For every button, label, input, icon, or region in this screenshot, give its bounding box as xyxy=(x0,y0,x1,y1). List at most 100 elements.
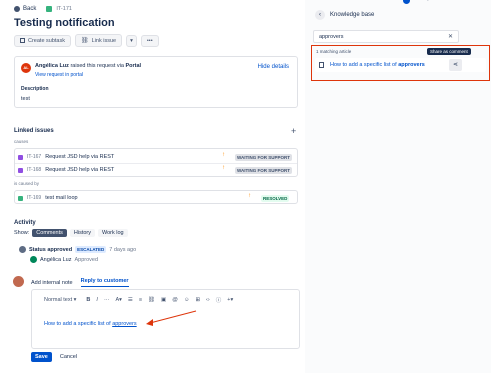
caused-by-list: IT-169 test mail loop ↑ RESOLVED xyxy=(14,190,298,204)
issue-key[interactable]: IT-171 xyxy=(56,6,72,12)
share-icon[interactable]: < xyxy=(425,0,429,3)
description-label: Description xyxy=(21,86,49,92)
activity-title: Activity xyxy=(14,220,36,226)
caused-by-label: is caused by xyxy=(14,181,40,186)
kb-title: Knowledge base xyxy=(330,12,375,18)
more-formatting-button[interactable]: ··· xyxy=(104,297,110,303)
annotation-arrow xyxy=(146,310,197,326)
approver-name[interactable]: Angélica Luz xyxy=(40,257,72,263)
link-icon[interactable]: ⛓ xyxy=(148,297,155,303)
add-linked-issue-button[interactable]: + xyxy=(291,126,296,136)
approval-action: Approved xyxy=(74,256,99,263)
linked-issue-row[interactable]: IT-167 Request JSD help via REST ↑ WAITI… xyxy=(18,152,294,162)
bold-button[interactable]: B xyxy=(86,297,90,303)
linked-issue-summary[interactable]: Request JSD help via REST xyxy=(45,154,114,160)
activity-status-text: Status approved xyxy=(29,246,73,253)
request-panel: AL Angélica Luz raised this request via … xyxy=(14,56,298,108)
kb-article-link[interactable]: How to add a specific list of approvers xyxy=(330,62,425,68)
code-icon[interactable]: ‹› xyxy=(206,297,210,303)
issue-type-icon xyxy=(18,167,23,173)
more-actions-button[interactable]: ••• xyxy=(140,34,159,47)
kb-search-input[interactable]: approvers ✕ xyxy=(313,30,459,43)
activity-time: 7 days ago xyxy=(109,246,137,253)
linked-issue-key[interactable]: IT-169 xyxy=(27,195,41,201)
issue-toolbar: Create subtask ⛓ Link issue ▾ ••• xyxy=(14,34,159,47)
show-label: Show: xyxy=(14,230,30,236)
notification-icon[interactable] xyxy=(403,0,410,4)
link-issue-dropdown[interactable]: ▾ xyxy=(126,34,137,47)
kb-article-highlight: approvers xyxy=(398,62,425,68)
escalated-badge: ESCALATED xyxy=(75,246,107,253)
kb-results-highlight: 1 matching article Share as comment How … xyxy=(311,45,490,81)
request-author[interactable]: Angélica Luz xyxy=(35,63,69,69)
text-color-label: A xyxy=(115,297,120,303)
issue-type-icon xyxy=(18,154,23,160)
kb-header: ‹ Knowledge base xyxy=(315,10,374,20)
causes-label: causes xyxy=(14,139,29,144)
link-icon: ⛓ xyxy=(81,38,89,44)
activity-filters: Show: Comments History Work log xyxy=(14,229,128,237)
back-button[interactable]: Back xyxy=(14,6,36,12)
linked-issue-summary[interactable]: Request JSD help via REST xyxy=(45,167,114,173)
linked-issue-key[interactable]: IT-167 xyxy=(27,154,41,160)
linked-issues-title: Linked issues xyxy=(14,128,54,134)
share-as-comment-icon[interactable]: ⋖ xyxy=(449,59,462,71)
status-lozenge[interactable]: WAITING FOR SUPPORT xyxy=(235,154,293,161)
activity-entry: Status approved ESCALATED 7 days ago xyxy=(19,246,136,253)
activity-approval: Angélica Luz Approved xyxy=(30,256,98,263)
top-nav: Back IT-171 xyxy=(14,6,72,12)
kb-top-icons: < xyxy=(305,0,491,4)
italic-button[interactable]: I xyxy=(96,297,98,303)
filter-comments[interactable]: Comments xyxy=(32,229,67,237)
text-style-select[interactable]: Normal text ▾ xyxy=(44,297,76,303)
status-lozenge[interactable]: WAITING FOR SUPPORT xyxy=(235,167,293,174)
mention-icon[interactable]: @ xyxy=(172,297,178,303)
back-arrow-icon[interactable]: ‹ xyxy=(315,10,325,20)
link-issue-label: Link issue xyxy=(91,37,117,44)
back-label: Back xyxy=(23,6,37,12)
issue-type-icon xyxy=(18,195,23,201)
create-subtask-button[interactable]: Create subtask xyxy=(14,34,71,47)
arrow-line xyxy=(149,310,197,324)
kb-article-row[interactable]: How to add a specific list of approvers … xyxy=(315,58,486,72)
filter-work-log[interactable]: Work log xyxy=(98,229,128,237)
tab-internal-note[interactable]: Add internal note xyxy=(31,280,73,286)
priority-high-icon: ↑ xyxy=(222,165,225,171)
create-subtask-label: Create subtask xyxy=(28,37,65,44)
description-text[interactable]: test xyxy=(21,96,30,102)
comment-actions: Save Cancel xyxy=(31,352,77,362)
linked-issue-summary[interactable]: test mail loop xyxy=(45,195,77,201)
linked-issue-row[interactable]: IT-169 test mail loop ↑ RESOLVED xyxy=(18,193,294,203)
avatar: AL xyxy=(21,63,31,73)
cancel-button[interactable]: Cancel xyxy=(60,354,77,360)
status-lozenge[interactable]: RESOLVED xyxy=(261,195,290,202)
kb-article-prefix: How to add a specific list of xyxy=(330,62,397,68)
comment-tabs: Add internal note Reply to customer xyxy=(31,278,129,287)
emoji-icon[interactable]: ☺ xyxy=(184,297,190,303)
image-icon[interactable]: ▣ xyxy=(161,297,166,303)
comment-body-link[interactable]: approvers xyxy=(112,321,136,327)
insert-more-icon[interactable]: +▾ xyxy=(227,297,233,303)
back-arrow-icon xyxy=(14,6,20,12)
link-issue-button[interactable]: ⛓ Link issue xyxy=(75,34,123,47)
causes-list: IT-167 Request JSD help via REST ↑ WAITI… xyxy=(14,148,298,177)
hide-details-button[interactable]: Hide details xyxy=(258,64,289,70)
raised-text: raised this request via xyxy=(70,63,124,69)
save-button[interactable]: Save xyxy=(31,352,52,362)
issue-title[interactable]: Testing notification xyxy=(14,17,115,29)
clear-search-icon[interactable]: ✕ xyxy=(448,33,453,40)
numbered-list-icon[interactable]: ≡ xyxy=(139,297,142,303)
subtask-icon xyxy=(20,38,25,43)
comment-body[interactable]: How to add a specific list of approvers xyxy=(44,321,137,327)
info-icon[interactable]: ⓘ xyxy=(216,296,222,304)
tab-reply-to-customer[interactable]: Reply to customer xyxy=(80,278,129,287)
filter-history[interactable]: History xyxy=(69,229,96,237)
bullet-list-icon[interactable]: ☰ xyxy=(128,297,133,303)
linked-issue-row[interactable]: IT-168 Request JSD help via REST ↑ WAITI… xyxy=(18,165,294,175)
linked-issue-key[interactable]: IT-168 xyxy=(27,167,41,173)
view-request-link[interactable]: View request in portal xyxy=(35,72,83,78)
kb-match-count: 1 matching article xyxy=(316,49,352,54)
table-icon[interactable]: ⊞ xyxy=(195,297,200,303)
request-channel: Portal xyxy=(125,63,142,69)
text-color-button[interactable]: A▾ xyxy=(115,297,121,303)
